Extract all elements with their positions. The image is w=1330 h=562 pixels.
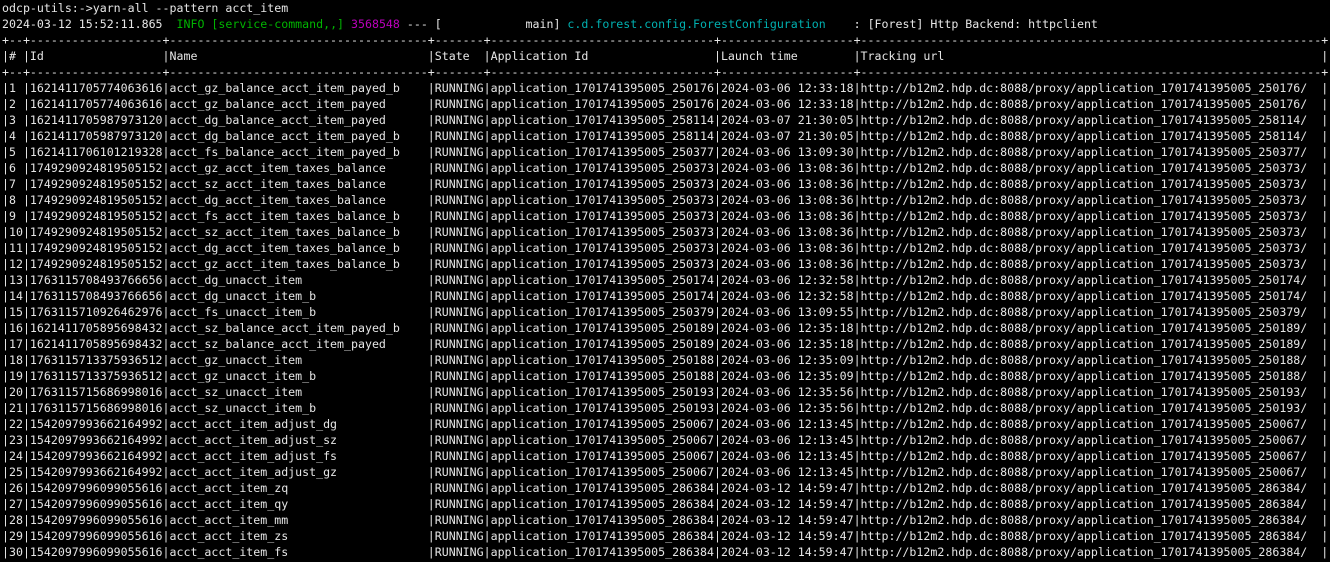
log-context: [service-command,,] <box>204 17 344 31</box>
yarn-applications-table: +--+-------------------+----------------… <box>2 32 1330 560</box>
log-line: 2024-03-12 15:52:11.865 INFO [service-co… <box>2 16 1330 32</box>
table-row: |5 |1621411706101219328|acct_fs_balance_… <box>2 144 1330 160</box>
table-header-row: |# |Id |Name |State |Application Id |Lau… <box>2 48 1330 64</box>
terminal-screen[interactable]: odcp-utils:->yarn-all --pattern acct_ite… <box>0 0 1330 560</box>
shell-prompt-and-command: odcp-utils:->yarn-all --pattern acct_ite… <box>2 1 288 15</box>
table-row: |16|1621411705895698432|acct_sz_balance_… <box>2 320 1330 336</box>
table-row: |8 |1749290924819505152|acct_dg_acct_ite… <box>2 192 1330 208</box>
table-row: |19|1763115713375936512|acct_gz_unacct_i… <box>2 368 1330 384</box>
table-row: |13|1763115708493766656|acct_dg_unacct_i… <box>2 272 1330 288</box>
log-message: : [Forest] Http Backend: httpclient <box>826 17 1098 31</box>
table-row: |22|1542097993662164992|acct_acct_item_a… <box>2 416 1330 432</box>
table-row: |1 |1621411705774063616|acct_gz_balance_… <box>2 80 1330 96</box>
table-row: |4 |1621411705987973120|acct_dg_balance_… <box>2 128 1330 144</box>
table-row: |26|1542097996099055616|acct_acct_item_z… <box>2 480 1330 496</box>
table-border: +--+-------------------+----------------… <box>2 64 1330 80</box>
table-row: |14|1763115708493766656|acct_dg_unacct_i… <box>2 288 1330 304</box>
table-row: |25|1542097993662164992|acct_acct_item_a… <box>2 464 1330 480</box>
command-line: odcp-utils:->yarn-all --pattern acct_ite… <box>2 0 1330 16</box>
log-timestamp: 2024-03-12 15:52:11.865 <box>2 17 177 31</box>
table-row: |29|1542097996099055616|acct_acct_item_z… <box>2 528 1330 544</box>
table-row: |24|1542097993662164992|acct_acct_item_a… <box>2 448 1330 464</box>
log-level: INFO <box>177 17 205 31</box>
table-row: |17|1621411705895698432|acct_sz_balance_… <box>2 336 1330 352</box>
table-row: |18|1763115713375936512|acct_gz_unacct_i… <box>2 352 1330 368</box>
log-thread: --- [ main] <box>400 17 568 31</box>
table-row: |7 |1749290924819505152|acct_sz_acct_ite… <box>2 176 1330 192</box>
logger-name: c.d.forest.config.ForestConfiguration <box>567 17 825 31</box>
table-row: |15|1763115710926462976|acct_fs_unacct_i… <box>2 304 1330 320</box>
table-row: |6 |1749290924819505152|acct_gz_acct_ite… <box>2 160 1330 176</box>
table-row: |11|1749290924819505152|acct_dg_acct_ite… <box>2 240 1330 256</box>
table-row: |21|1763115715686998016|acct_sz_unacct_i… <box>2 400 1330 416</box>
table-row: |27|1542097996099055616|acct_acct_item_q… <box>2 496 1330 512</box>
table-row: |12|1749290924819505152|acct_gz_acct_ite… <box>2 256 1330 272</box>
table-row: |23|1542097993662164992|acct_acct_item_a… <box>2 432 1330 448</box>
table-row: |9 |1749290924819505152|acct_fs_acct_ite… <box>2 208 1330 224</box>
log-pid: 3568548 <box>344 17 400 31</box>
table-row: |10|1749290924819505152|acct_sz_acct_ite… <box>2 224 1330 240</box>
table-row: |20|1763115715686998016|acct_sz_unacct_i… <box>2 384 1330 400</box>
table-row: |2 |1621411705774063616|acct_gz_balance_… <box>2 96 1330 112</box>
table-row: |3 |1621411705987973120|acct_dg_balance_… <box>2 112 1330 128</box>
table-border: +--+-------------------+----------------… <box>2 32 1330 48</box>
table-row: |28|1542097996099055616|acct_acct_item_m… <box>2 512 1330 528</box>
table-row: |30|1542097996099055616|acct_acct_item_f… <box>2 544 1330 560</box>
